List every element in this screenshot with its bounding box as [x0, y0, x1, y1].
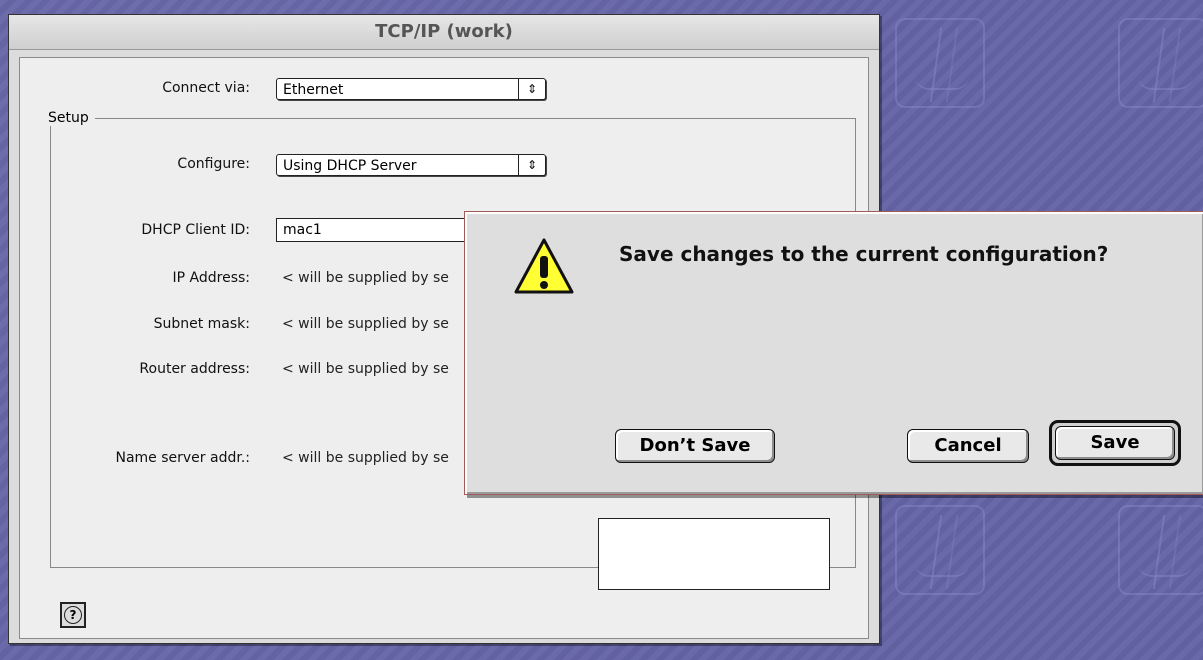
configure-label: Configure: [177, 156, 250, 172]
setup-group-label: Setup [42, 110, 95, 126]
save-button[interactable]: Save [1055, 426, 1175, 460]
dialog-message: Save changes to the current configuratio… [619, 242, 1109, 266]
subnet-mask-label: Subnet mask: [153, 316, 250, 332]
cancel-button[interactable]: Cancel [907, 429, 1029, 463]
finder-logo-icon [895, 18, 985, 108]
connect-via-value: Ethernet [283, 82, 344, 98]
subnet-mask-value: < will be supplied by se [282, 316, 449, 332]
ip-address-label: IP Address: [172, 270, 251, 286]
connect-via-popup[interactable]: Ethernet ⇕ [276, 78, 546, 100]
router-address-label: Router address: [139, 361, 250, 377]
ip-address-value: < will be supplied by se [282, 270, 449, 286]
finder-logo-icon [1118, 505, 1203, 595]
router-address-value: < will be supplied by se [282, 361, 449, 377]
updown-arrows-icon: ⇕ [518, 79, 545, 99]
finder-logo-icon [1118, 18, 1203, 108]
dhcp-client-id-label: DHCP Client ID: [141, 222, 250, 238]
finder-logo-icon [895, 505, 985, 595]
name-server-value: < will be supplied by se [282, 450, 449, 466]
window-title[interactable]: TCP/IP (work) [9, 15, 879, 50]
save-changes-dialog: Save changes to the current configuratio… [464, 211, 1203, 495]
search-domains-field[interactable] [598, 518, 830, 590]
configure-popup[interactable]: Using DHCP Server ⇕ [276, 154, 546, 176]
warning-triangle-icon [514, 238, 574, 294]
dont-save-button[interactable]: Don’t Save [615, 429, 775, 463]
connect-via-label: Connect via: [162, 80, 250, 96]
name-server-label: Name server addr.: [115, 450, 250, 466]
help-button[interactable]: ? [60, 602, 86, 628]
configure-value: Using DHCP Server [283, 158, 417, 174]
help-icon: ? [64, 606, 82, 624]
updown-arrows-icon: ⇕ [518, 155, 545, 175]
